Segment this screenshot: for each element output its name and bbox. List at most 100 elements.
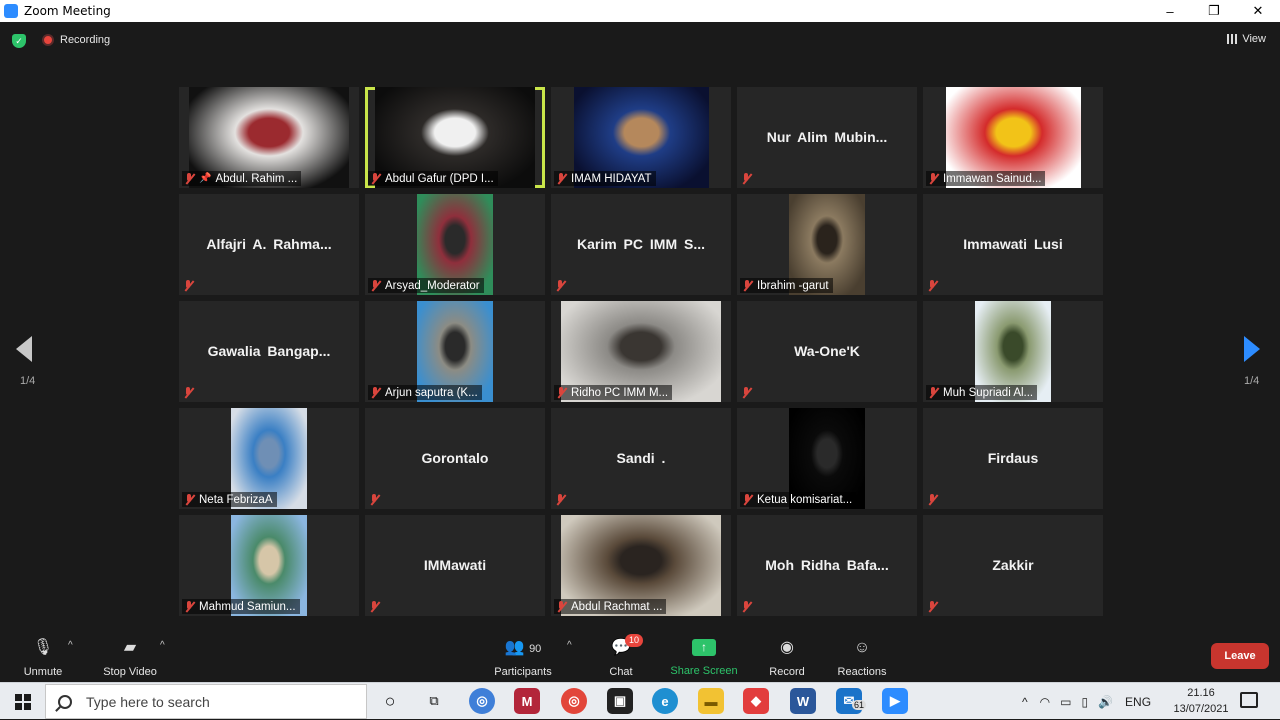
participant-tile[interactable]: Ibrahim -garut — [737, 194, 917, 295]
pdf-reader-icon[interactable]: ◆ — [743, 688, 769, 714]
participant-tile[interactable]: IMAM HIDAYAT — [551, 87, 731, 188]
participant-name: Moh Ridha Bafa... — [765, 557, 889, 573]
view-button[interactable]: View — [1227, 33, 1266, 45]
participant-name-label: 📌 Abdul. Rahim ... — [182, 171, 302, 186]
participant-name: Mahmud Samiun... — [199, 600, 296, 613]
microphone-muted-icon — [184, 494, 194, 505]
search-icon — [58, 694, 72, 709]
participant-name: Firdaus — [987, 450, 1039, 466]
minimize-button[interactable]: – — [1148, 0, 1192, 22]
participant-tile[interactable]: Gorontalo — [365, 408, 545, 509]
record-icon: ◉ — [780, 639, 794, 656]
participant-tile[interactable]: Mahmud Samiun... — [179, 515, 359, 616]
close-button[interactable]: ✕ — [1236, 0, 1280, 22]
microphone-muted-icon — [556, 387, 566, 398]
participant-tile[interactable]: Firdaus — [923, 408, 1103, 509]
participant-name: Arsyad_Moderator — [385, 279, 480, 292]
microphone-muted-icon — [183, 387, 193, 398]
share-screen-button[interactable]: ↑ Share Screen — [664, 630, 744, 682]
participant-tile[interactable]: Ridho PC IMM M... — [551, 301, 731, 402]
unmute-label: Unmute — [23, 666, 63, 678]
participant-tile[interactable]: Arsyad_Moderator — [365, 194, 545, 295]
participant-tile[interactable]: Gawalia Bangap... — [179, 301, 359, 402]
usb-device-icon[interactable]: ▯ — [1081, 695, 1088, 709]
meeting-stage: ✓ Recording View 1/4 1/4 📌 Abdul. Rahim .… — [0, 22, 1280, 630]
participant-tile[interactable]: Immawan Sainud... — [923, 87, 1103, 188]
chrome-icon[interactable]: ◎ — [561, 688, 587, 714]
microphone-muted-icon — [928, 387, 938, 398]
battery-icon[interactable]: ▭ — [1060, 695, 1071, 709]
leave-meeting-button[interactable]: Leave — [1211, 643, 1269, 669]
participant-tile[interactable]: Zakkir — [923, 515, 1103, 616]
taskbar-search-box[interactable] — [45, 684, 367, 719]
participant-name: Arjun saputra (K... — [385, 386, 478, 399]
participant-name: Alfajri A. Rahma... — [206, 236, 332, 252]
microphone-muted-icon — [370, 280, 380, 291]
mendeley-icon[interactable]: M — [514, 688, 540, 714]
participant-tile[interactable]: Alfajri A. Rahma... — [179, 194, 359, 295]
notifications-icon[interactable] — [1240, 692, 1258, 708]
next-page-button[interactable] — [1244, 336, 1264, 364]
participant-tile[interactable]: Karim PC IMM S... — [551, 194, 731, 295]
microphone-muted-icon — [370, 173, 380, 184]
window-title: Zoom Meeting — [24, 4, 111, 18]
participant-name: Ridho PC IMM M... — [571, 386, 669, 399]
participants-button[interactable]: 👥 90 Participants — [483, 630, 563, 682]
participant-tile[interactable]: Abdul Gafur (DPD I... — [365, 87, 545, 188]
previous-page-button[interactable] — [16, 336, 36, 364]
task-view-icon[interactable]: ⧉ — [421, 688, 447, 714]
audio-options-chevron-icon[interactable]: ^ — [68, 640, 73, 651]
participant-tile[interactable]: Arjun saputra (K... — [365, 301, 545, 402]
word-icon[interactable]: W — [790, 688, 816, 714]
stop-video-button[interactable]: ▰ Stop Video — [90, 630, 170, 682]
chat-button[interactable]: 💬 10 Chat — [581, 630, 661, 682]
start-button[interactable] — [0, 683, 45, 720]
participants-options-chevron-icon[interactable]: ^ — [567, 640, 572, 651]
video-gallery-grid: 📌 Abdul. Rahim ... Abdul Gafur (DPD I... IM… — [179, 87, 1103, 616]
windows-taskbar: ○ ⧉ ◎ M ◎ ▣ e ▬ ◆ W ✉ 61 ▶ ^ ◠ ▭ ▯ 🔊 ENG… — [0, 682, 1280, 719]
smiley-plus-icon: ☺ — [853, 639, 871, 656]
edge-icon[interactable]: e — [652, 688, 678, 714]
wifi-icon[interactable]: ◠ — [1040, 695, 1050, 709]
participant-tile[interactable]: 📌 Abdul. Rahim ... — [179, 87, 359, 188]
chrome-blue-icon[interactable]: ◎ — [469, 688, 495, 714]
tray-chevron-icon[interactable]: ^ — [1022, 695, 1028, 709]
reactions-button[interactable]: ☺ Reactions — [822, 630, 902, 682]
encryption-shield-icon[interactable]: ✓ — [12, 34, 26, 48]
file-explorer-icon[interactable]: ▬ — [698, 688, 724, 714]
participant-name: Gorontalo — [421, 450, 489, 466]
volume-icon[interactable]: 🔊 — [1098, 695, 1113, 709]
participant-tile[interactable]: Nur Alim Mubin... — [737, 87, 917, 188]
participant-tile[interactable]: IMMawati — [365, 515, 545, 616]
cortana-circle-icon[interactable]: ○ — [377, 688, 403, 714]
clock-date: 13/07/2021 — [1173, 703, 1229, 715]
participant-tile[interactable]: Immawati Lusi — [923, 194, 1103, 295]
language-indicator[interactable]: ENG — [1125, 695, 1151, 709]
taskbar-search-input[interactable] — [86, 693, 346, 710]
arrow-right-icon — [1244, 336, 1260, 362]
participant-tile[interactable]: Ketua komisariat... — [737, 408, 917, 509]
participant-tile[interactable]: Wa-One'K — [737, 301, 917, 402]
zoom-taskbar-icon[interactable]: ▶ — [882, 688, 908, 714]
video-options-chevron-icon[interactable]: ^ — [160, 640, 165, 651]
participant-tile[interactable]: Muh Supriadi Al... — [923, 301, 1103, 402]
participant-tile[interactable]: Neta FebrizaA — [179, 408, 359, 509]
restore-button[interactable]: ❐ — [1192, 0, 1236, 22]
video-camera-icon: ▰ — [123, 639, 137, 656]
participant-name-label: Immawan Sainud... — [926, 171, 1046, 186]
store-bag-icon[interactable]: ▣ — [607, 688, 633, 714]
participant-tile[interactable]: Moh Ridha Bafa... — [737, 515, 917, 616]
microphone-muted-icon — [927, 280, 937, 291]
participant-tile[interactable]: Sandi . — [551, 408, 731, 509]
participant-name-label: Neta FebrizaA — [182, 492, 277, 507]
participant-name-label: Abdul Rachmat ... — [554, 599, 667, 614]
recording-indicator[interactable]: Recording — [42, 34, 110, 46]
participant-name-label: Arjun saputra (K... — [368, 385, 482, 400]
taskbar-clock[interactable]: 21.16 13/07/2021 — [1170, 685, 1232, 717]
unmute-button[interactable]: 🎙 Unmute — [3, 630, 83, 682]
record-button[interactable]: ◉ Record — [747, 630, 827, 682]
microphone-muted-icon — [556, 601, 566, 612]
microphone-muted-icon — [741, 601, 751, 612]
participant-tile[interactable]: Abdul Rachmat ... — [551, 515, 731, 616]
participant-name-label: IMAM HIDAYAT — [554, 171, 656, 186]
